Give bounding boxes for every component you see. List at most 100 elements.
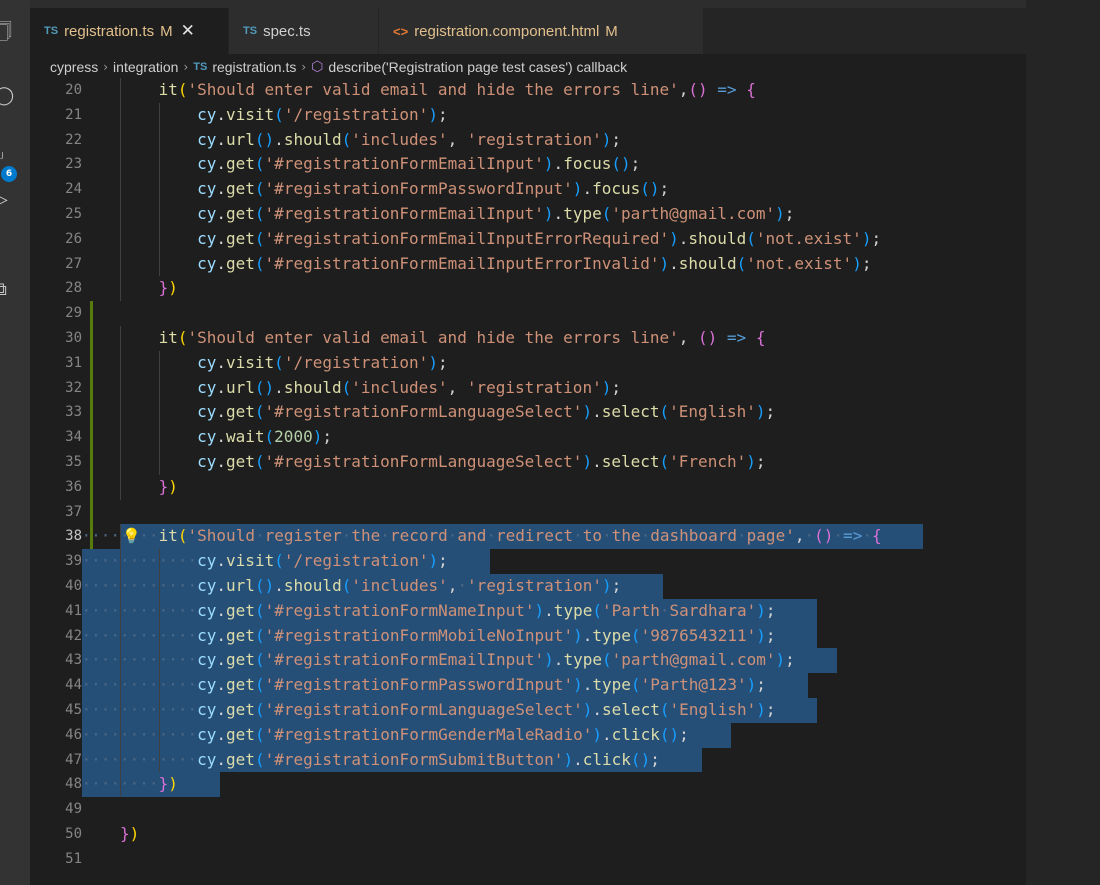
code-line[interactable]: 44 ············cy.get('#registrationFormP… <box>30 673 1026 698</box>
code-text: ············cy.get('#registrationFormGen… <box>82 723 689 748</box>
breadcrumb-item[interactable]: cypress <box>50 59 98 75</box>
code-line[interactable]: 37 <box>30 499 1026 525</box>
code-line[interactable]: 28 }) <box>30 276 1026 302</box>
code-line[interactable]: 20 it('Should enter valid email and hide… <box>30 78 1026 103</box>
code-line[interactable]: 48 ········}) <box>30 772 1026 798</box>
code-token: , <box>678 327 699 347</box>
chevron-right-icon: › <box>301 60 307 74</box>
code-token: get <box>226 451 255 471</box>
code-token: should <box>283 129 342 149</box>
code-token: ) <box>775 203 785 223</box>
code-token: ) <box>602 575 612 595</box>
code-line[interactable]: 23 cy.get('#registrationFormEmailInput')… <box>30 152 1026 178</box>
code-line[interactable]: 47 ············cy.get('#registrationFormS… <box>30 747 1026 773</box>
symbol-method-icon: ⬡ <box>311 59 324 75</box>
breadcrumb-item[interactable]: registration.ts <box>212 59 296 75</box>
code-line[interactable]: 45 ············cy.get('#registrationFormL… <box>30 697 1026 723</box>
code-line[interactable]: 32 cy.url().should('includes', 'registra… <box>30 375 1026 401</box>
code-line[interactable]: 29 <box>30 301 1026 326</box>
code-token: select <box>601 402 660 422</box>
code-line[interactable]: 40 ············cy.url().should('includes'… <box>30 573 1026 599</box>
code-token: should <box>283 377 342 397</box>
code-token: · <box>833 526 844 546</box>
code-line[interactable]: 42 ············cy.get('#registrationFormM… <box>30 623 1026 649</box>
code-token: '9876543211' <box>640 625 757 645</box>
code-line[interactable]: 49 <box>30 797 1026 822</box>
code-token: () <box>814 526 834 546</box>
code-line[interactable]: 38 ········it('Should·register·the·record… <box>30 524 1026 550</box>
code-token: cy <box>197 699 217 719</box>
code-line[interactable]: 30 it('Should enter valid email and hide… <box>30 325 1026 351</box>
code-token: ( <box>264 427 275 447</box>
line-number: 21 <box>65 106 82 123</box>
breadcrumb-item[interactable]: integration <box>113 59 178 75</box>
tab-registration-component-html[interactable]: <> registration.component.html M <box>379 8 704 54</box>
source-control-badge: 6 <box>1 166 17 182</box>
code-token: ) <box>582 699 593 719</box>
code-token: '#registrationFormEmailInputErrorRequire… <box>264 228 670 248</box>
code-line[interactable]: 22 cy.url().should('includes', 'registra… <box>30 127 1026 153</box>
code-token: . <box>216 203 226 223</box>
modified-indicator: M <box>160 22 173 40</box>
code-token: () <box>254 377 275 397</box>
code-line[interactable]: 21 cy.visit('/registration'); <box>30 102 1026 128</box>
code-line[interactable]: 34 cy.wait(2000); <box>30 425 1026 450</box>
code-line[interactable]: 50 }) <box>30 822 1026 847</box>
search-icon[interactable]: ◯ <box>0 82 30 108</box>
code-line[interactable]: 39 ············cy.visit('/registration'); <box>30 549 1026 574</box>
code-line[interactable]: 24 cy.get('#registrationFormPasswordInpu… <box>30 177 1026 202</box>
code-line[interactable]: 33 cy.get('#registrationFormLanguageSele… <box>30 400 1026 426</box>
lightbulb-icon[interactable]: 💡 <box>122 524 141 549</box>
tab-registration-ts[interactable]: TS registration.ts M ✕ <box>30 8 229 54</box>
code-token: 'parth@gmail.com' <box>611 203 776 223</box>
code-token: visit <box>226 352 275 372</box>
line-number: 42 <box>65 627 82 644</box>
code-token: . <box>274 575 284 595</box>
code-line[interactable]: 36 }) <box>30 474 1026 500</box>
code-line[interactable]: 27 cy.get('#registrationFormEmailInputEr… <box>30 251 1026 277</box>
line-number: 50 <box>65 825 82 842</box>
html-icon: <> <box>393 23 409 39</box>
code-token: cy <box>197 377 217 397</box>
code-line[interactable]: 43 ············cy.get('#registrationFormE… <box>30 648 1026 674</box>
code-text: it('Should enter valid email and hide th… <box>82 326 766 351</box>
code-editor[interactable]: 20 it('Should enter valid email and hide… <box>30 78 1026 872</box>
code-token: cy <box>197 154 217 174</box>
line-number: 49 <box>65 801 82 818</box>
code-text: cy.visit('/registration'); <box>82 103 448 128</box>
code-line[interactable]: 46 ············cy.get('#registrationFormG… <box>30 722 1026 748</box>
code-token: '/registration' <box>283 352 429 372</box>
close-icon[interactable]: ✕ <box>181 21 195 41</box>
code-token: . <box>216 600 227 620</box>
extensions-icon[interactable]: ⧉ <box>0 276 30 302</box>
line-number: 28 <box>65 280 82 297</box>
code-token: , <box>678 80 689 99</box>
code-line[interactable]: 35 cy.get('#registrationFormLanguageSele… <box>30 449 1026 475</box>
code-token: '#registrationFormNameInput' <box>264 600 535 620</box>
code-line[interactable]: 31 cy.visit('/registration'); <box>30 350 1026 376</box>
code-token: ) <box>601 377 612 397</box>
code-line[interactable]: 25 cy.get('#registrationFormEmailInput')… <box>30 201 1026 227</box>
code-line[interactable]: 41 ············cy.get('#registrationFormN… <box>30 598 1026 624</box>
tab-spec-ts[interactable]: TS spec.ts <box>229 8 379 54</box>
code-token: '#registrationFormSubmitButton' <box>264 749 564 769</box>
code-token: should <box>283 575 342 595</box>
code-token: . <box>274 377 284 397</box>
breadcrumb-item[interactable]: describe('Registration page test cases')… <box>328 59 627 75</box>
code-token: ( <box>254 179 265 199</box>
code-token: ( <box>254 600 265 620</box>
explorer-icon[interactable]: 🗍 <box>0 22 30 48</box>
code-line[interactable]: 51 <box>30 847 1026 872</box>
code-token: cy <box>197 650 217 670</box>
code-token: ) <box>544 650 554 670</box>
code-token: ) <box>582 451 593 471</box>
code-token: , <box>447 377 467 397</box>
code-token: url <box>226 129 255 149</box>
run-debug-icon[interactable]: ▷ <box>0 186 30 212</box>
code-line[interactable]: 26 cy.get('#registrationFormEmailInputEr… <box>30 226 1026 252</box>
code-token: ) <box>563 749 574 769</box>
